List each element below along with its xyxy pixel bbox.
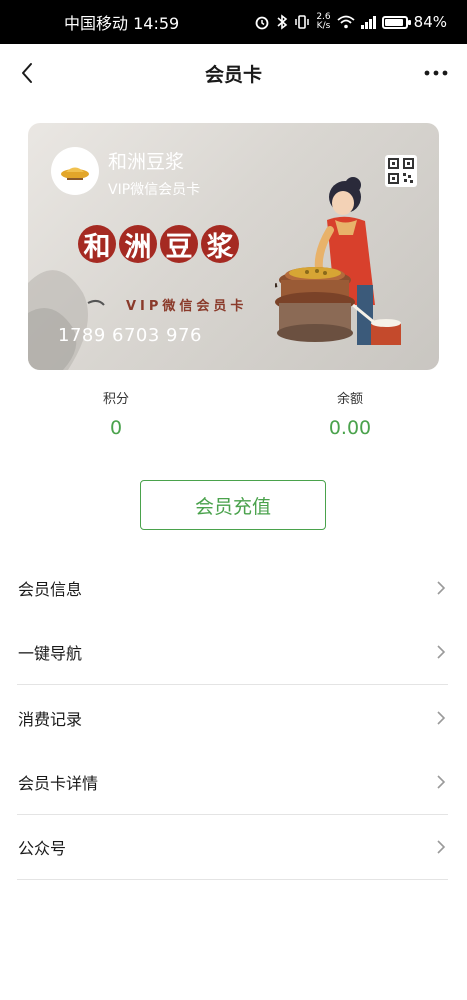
points-value: 0 [109, 417, 123, 439]
menu-item-navigation[interactable]: 一键导航 [17, 620, 448, 685]
card-brand-name: 和洲豆浆 [108, 151, 185, 173]
card-subtitle: VIP微信会员卡 [126, 299, 248, 314]
nav-bar: 会员卡 [0, 44, 467, 102]
big-title-char: 豆 [160, 225, 198, 263]
points-stat[interactable]: 积分 0 [56, 388, 176, 439]
battery-icon [381, 15, 411, 29]
menu-item-label: 会员信息 [18, 579, 83, 599]
battery-percent: 84% [413, 13, 447, 31]
chevron-right-icon [434, 772, 448, 792]
balance-label: 余额 [336, 392, 363, 407]
member-card[interactable]: 和洲豆浆 VIP微信会员卡 和 洲 豆 浆 VIP微信会员卡 1789 6703… [28, 123, 439, 370]
carrier-time: 中国移动 14:59 [64, 14, 180, 33]
menu-item-member-info[interactable]: 会员信息 [17, 555, 448, 620]
card-type: VIP微信会员卡 [108, 182, 201, 198]
menu-item-label: 公众号 [18, 839, 67, 858]
chevron-right-icon [434, 578, 448, 598]
chevron-right-icon [434, 837, 448, 857]
vibrate-icon [295, 15, 310, 29]
more-icon [424, 70, 448, 76]
big-title-char: 洲 [119, 225, 157, 263]
card-big-title: 和 洲 豆 浆 [78, 225, 239, 263]
net-speed-unit: K/s [316, 21, 331, 31]
status-right: 2.6 K/s 84% [254, 13, 447, 31]
signal-icon [360, 15, 376, 29]
net-speed: 2.6 K/s [316, 13, 330, 31]
back-button[interactable] [12, 58, 42, 88]
status-left: 中国移动 14:59 [64, 10, 179, 34]
menu-item-label: 消费记录 [18, 709, 83, 729]
menu-item-label: 会员卡详情 [18, 774, 99, 793]
card-number: 1789 6703 976 [58, 325, 202, 346]
status-bar: 中国移动 14:59 2.6 K/s 84% [0, 0, 467, 44]
menu-list: 会员信息 一键导航 消费记录 会员卡详情 公众号 [17, 555, 448, 880]
balance-value: 0.00 [328, 417, 372, 439]
wifi-icon [337, 15, 355, 29]
menu-item-official-account[interactable]: 公众号 [17, 815, 448, 880]
menu-item-card-details[interactable]: 会员卡详情 [17, 750, 448, 815]
points-label: 积分 [102, 392, 129, 407]
big-title-char: 浆 [201, 225, 239, 263]
alarm-icon [255, 16, 269, 30]
more-button[interactable] [421, 58, 451, 88]
page-title: 会员卡 [204, 63, 262, 86]
balance-stat[interactable]: 余额 0.00 [290, 388, 410, 439]
big-title-char: 和 [78, 225, 116, 263]
brand-logo [51, 147, 99, 195]
battery-fill [384, 18, 403, 26]
chevron-left-icon [22, 63, 32, 83]
member-stats: 积分 0 余额 0.00 [0, 388, 467, 448]
chevron-right-icon [434, 708, 448, 728]
bluetooth-icon [277, 14, 288, 30]
woman-grinding-illustration [275, 177, 401, 345]
menu-item-purchase-history[interactable]: 消费记录 [17, 685, 448, 750]
chevron-right-icon [434, 642, 448, 662]
logo-image [61, 167, 89, 180]
recharge-button[interactable]: 会员充值 [140, 480, 326, 530]
menu-item-label: 一键导航 [18, 644, 83, 663]
